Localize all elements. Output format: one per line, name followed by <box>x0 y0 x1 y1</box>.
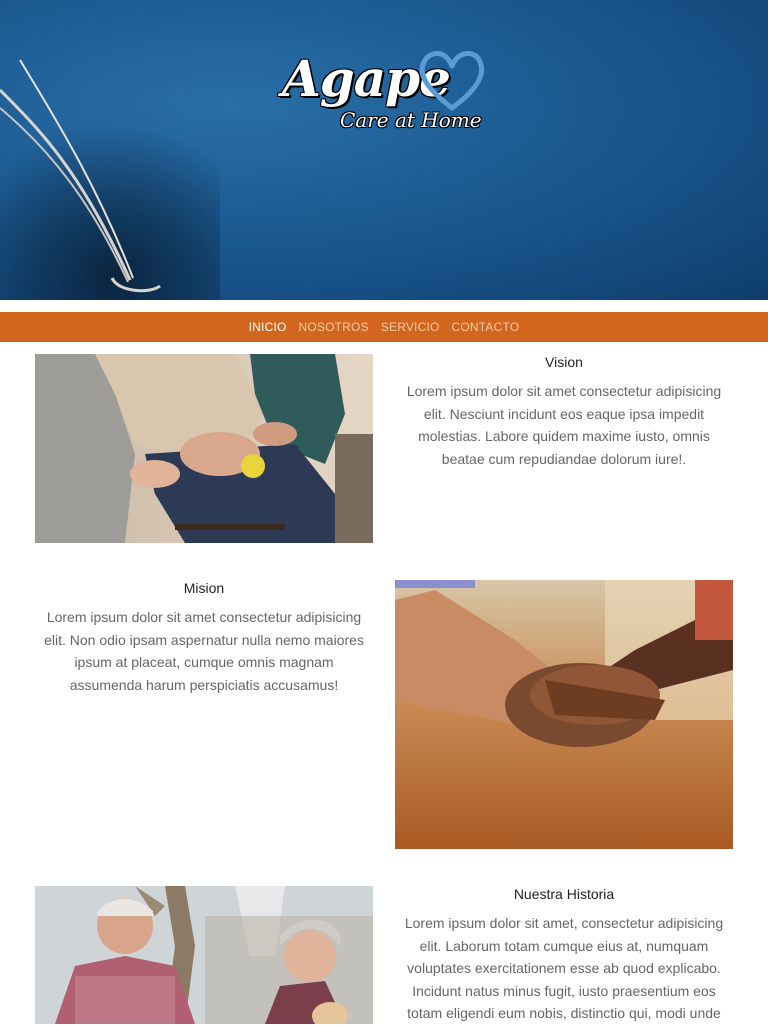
mision-section: Mision Lorem ipsum dolor sit amet consec… <box>38 580 370 696</box>
vision-text: Lorem ipsum dolor sit amet consectetur a… <box>406 383 722 467</box>
vision-title: Vision <box>545 354 583 370</box>
hero-string-decoration <box>0 59 161 293</box>
nav-link-inicio[interactable]: INICIO <box>249 320 287 334</box>
vision-section: Vision Lorem ipsum dolor sit amet consec… <box>400 354 728 470</box>
heart-icon <box>419 51 484 111</box>
main-navigation: INICIO NOSOTROS SERVICIO CONTACTO <box>0 312 768 342</box>
historia-photo <box>35 886 373 1024</box>
historia-section: Nuestra Historia Lorem ipsum dolor sit a… <box>400 886 728 1025</box>
hero-banner: Agape Care at Home <box>0 0 768 300</box>
brand-logo[interactable]: Agape Care at Home <box>278 46 498 146</box>
nav-link-contacto[interactable]: CONTACTO <box>452 320 520 334</box>
mision-title: Mision <box>183 580 225 596</box>
historia-text: Lorem ipsum dolor sit amet, consectetur … <box>404 915 724 1021</box>
mision-text: Lorem ipsum dolor sit amet consectetur a… <box>44 609 364 693</box>
nav-link-nosotros[interactable]: NOSOTROS <box>299 320 369 334</box>
mision-photo <box>395 580 733 849</box>
vision-photo <box>35 354 373 543</box>
historia-title: Nuestra Historia <box>513 886 615 902</box>
nav-link-servicio[interactable]: SERVICIO <box>381 320 440 334</box>
